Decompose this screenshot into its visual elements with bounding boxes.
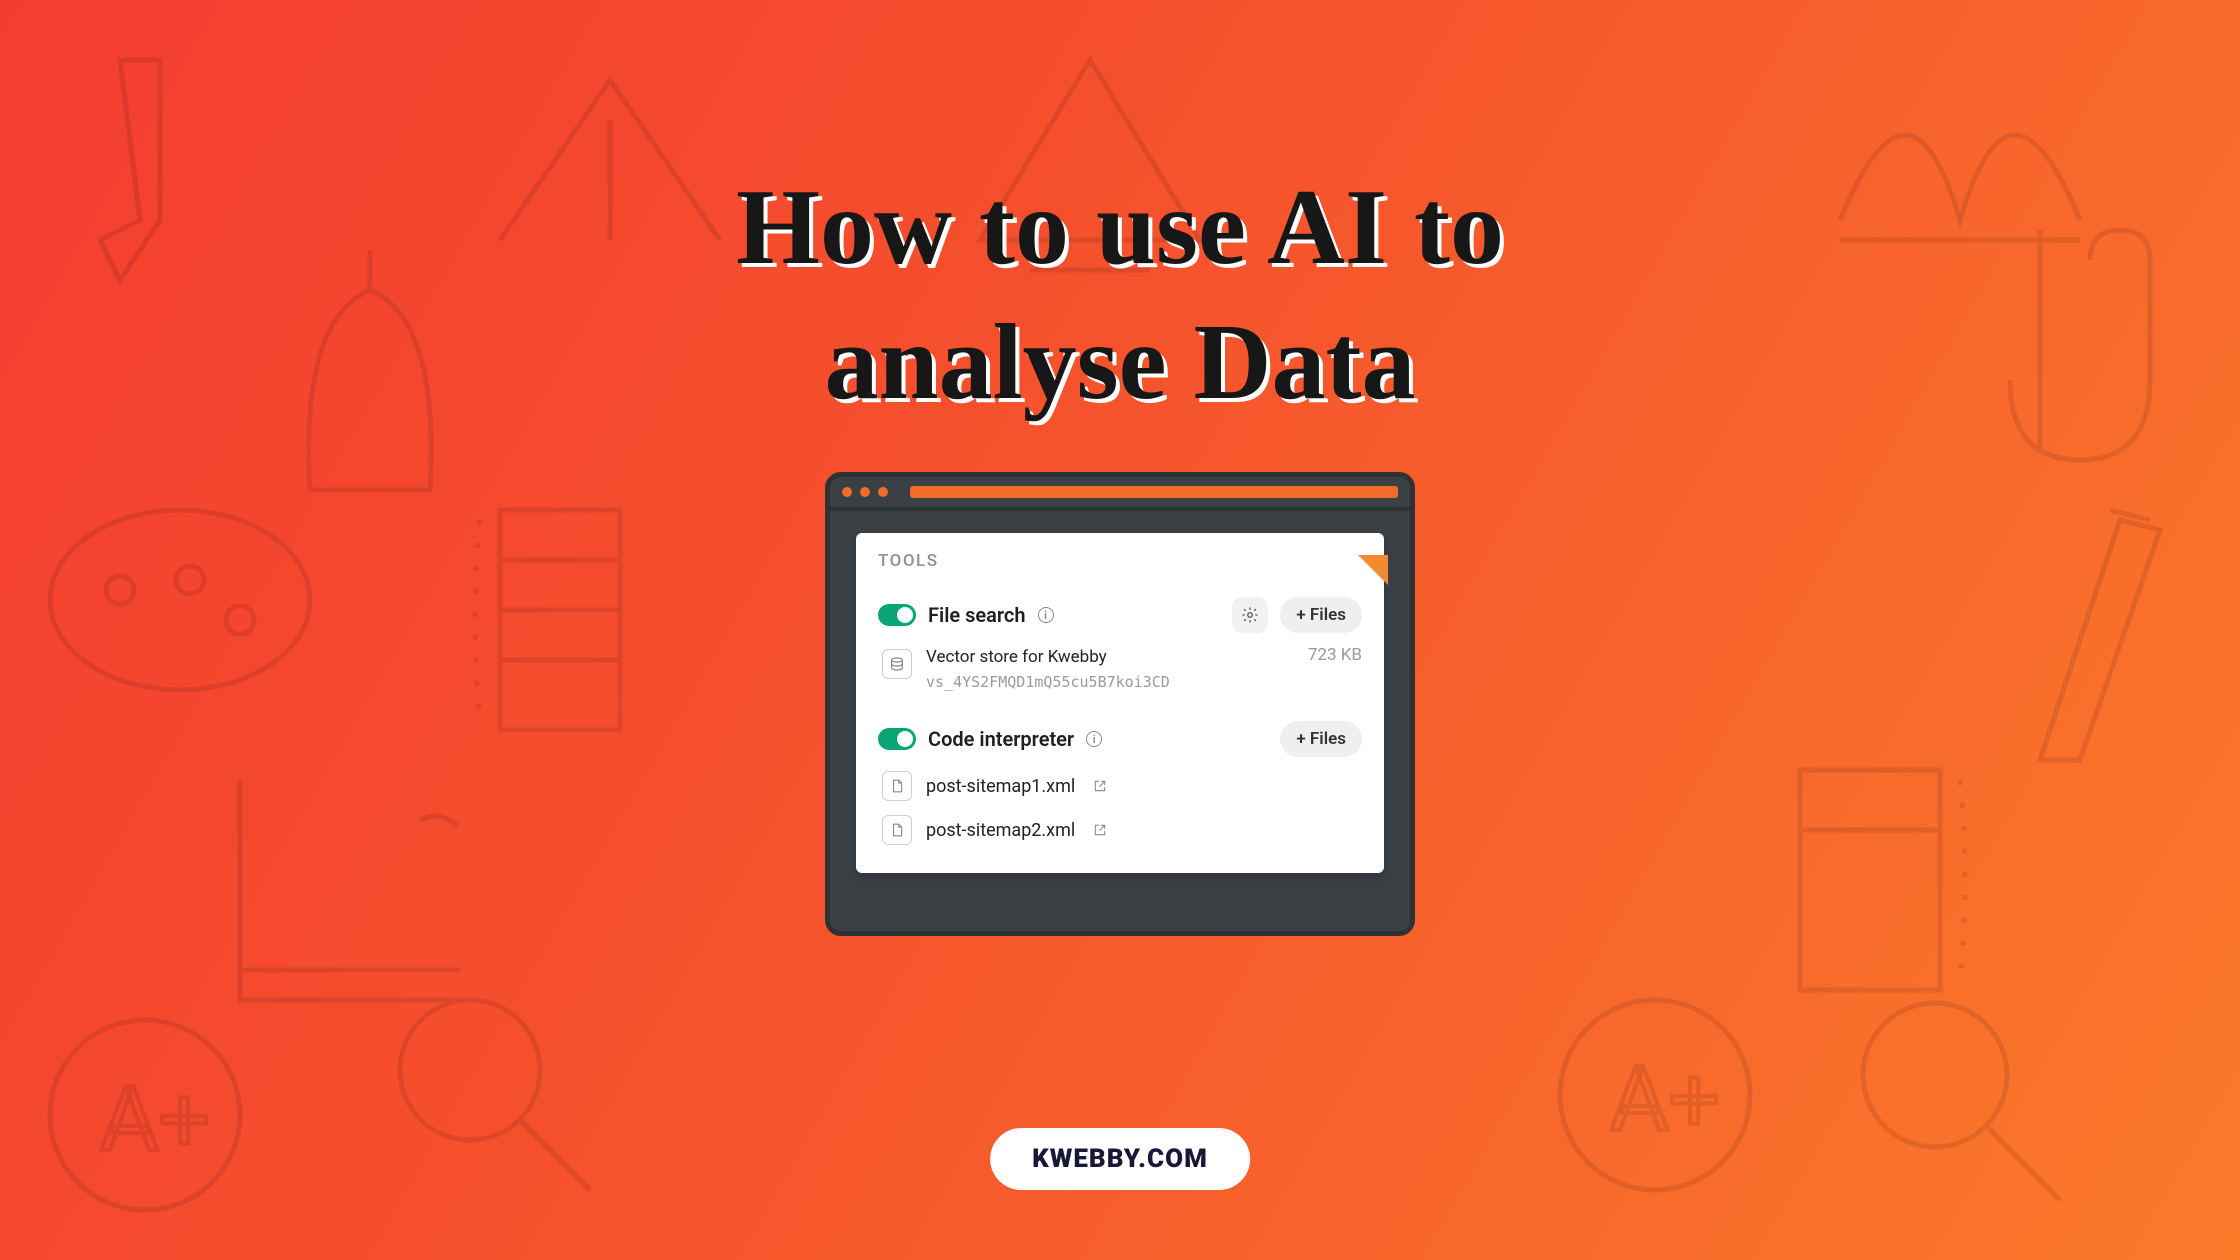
browser-body: TOOLS File search i + Files Vec [830, 511, 1410, 931]
file-search-label: File search [928, 603, 1026, 627]
add-files-label: + Files [1296, 605, 1346, 625]
vector-store-size: 723 KB [1308, 645, 1362, 665]
brand-text: KWEBBY.COM [1032, 1144, 1208, 1174]
code-interpreter-toggle[interactable] [878, 728, 916, 750]
gear-icon [1241, 606, 1259, 624]
info-icon[interactable]: i [1038, 607, 1054, 623]
file-icon [882, 815, 912, 845]
file-name: post-sitemap2.xml [926, 820, 1075, 841]
file-search-toggle[interactable] [878, 604, 916, 626]
file-search-row: File search i + Files [878, 597, 1362, 633]
file-icon [882, 771, 912, 801]
window-dot [860, 487, 870, 497]
brand-badge: KWEBBY.COM [990, 1128, 1250, 1190]
external-link-icon [1093, 779, 1107, 793]
info-icon[interactable]: i [1086, 731, 1102, 747]
file-search-settings-button[interactable] [1232, 597, 1268, 633]
file-search-add-files-button[interactable]: + Files [1280, 597, 1362, 633]
svg-text:A+: A+ [1610, 1047, 1720, 1152]
database-icon [882, 649, 912, 679]
vector-store-name: Vector store for Kwebby [926, 645, 1294, 671]
vector-store-text: Vector store for Kwebby vs_4YS2FMQD1mQ55… [926, 645, 1294, 693]
tools-panel: TOOLS File search i + Files Vec [856, 533, 1384, 873]
vector-store-id: vs_4YS2FMQD1mQ55cu5B7koi3CD [926, 671, 1294, 694]
window-dot [878, 487, 888, 497]
page-title: How to use AI to analyse Data [420, 160, 1820, 430]
file-name: post-sitemap1.xml [926, 776, 1075, 797]
vector-store-row[interactable]: Vector store for Kwebby vs_4YS2FMQD1mQ55… [882, 645, 1362, 693]
browser-title-bar [830, 477, 1410, 511]
title-line-2: analyse Data [825, 303, 1416, 422]
title-line-1: How to use AI to [736, 168, 1504, 287]
file-row[interactable]: post-sitemap2.xml [882, 815, 1362, 845]
code-interpreter-add-files-button[interactable]: + Files [1280, 721, 1362, 757]
code-interpreter-label: Code interpreter [928, 727, 1074, 751]
browser-window: TOOLS File search i + Files Vec [825, 472, 1415, 936]
external-link-icon [1093, 823, 1107, 837]
panel-corner-tag [1358, 555, 1388, 585]
code-interpreter-row: Code interpreter i + Files [878, 721, 1362, 757]
window-dot [842, 487, 852, 497]
file-row[interactable]: post-sitemap1.xml [882, 771, 1362, 801]
svg-text:A+: A+ [100, 1067, 210, 1172]
panel-header: TOOLS [878, 551, 1362, 571]
add-files-label: + Files [1296, 729, 1346, 749]
address-bar [910, 486, 1398, 498]
